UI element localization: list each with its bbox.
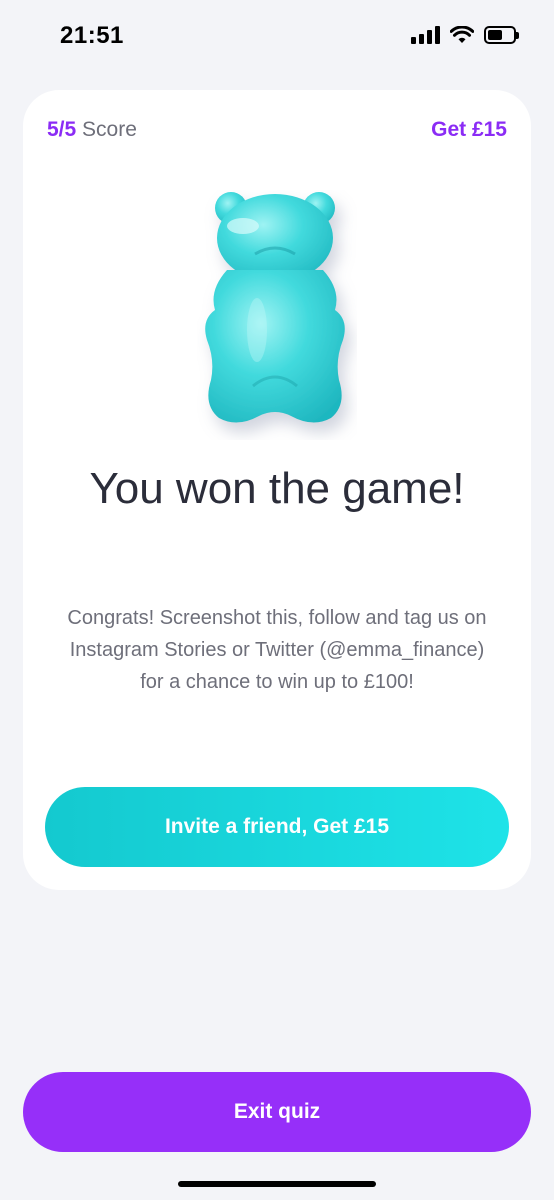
score-value: 5/5 (47, 118, 77, 141)
status-time: 21:51 (60, 22, 124, 49)
battery-icon (484, 26, 519, 44)
status-icons (411, 26, 519, 44)
invite-friend-button[interactable]: Invite a friend, Get £15 (45, 787, 509, 867)
home-indicator[interactable] (178, 1181, 376, 1187)
wifi-icon (450, 26, 474, 43)
exit-quiz-button[interactable]: Exit quiz (23, 1072, 531, 1152)
cellular-signal-icon (411, 26, 440, 44)
result-title: You won the game! (89, 464, 465, 513)
get-reward-link[interactable]: Get £15 (431, 118, 507, 142)
result-card: 5/5 Score Get £15 You won the game! Cong… (23, 90, 531, 890)
score: 5/5 Score (47, 118, 137, 142)
quiz-result-screen: 21:51 5/5 Score Get £15 You won the game… (0, 0, 554, 1200)
result-message: Congrats! Screenshot this, follow and ta… (67, 607, 487, 693)
gummy-bear-image (197, 190, 357, 440)
score-label: Score (82, 118, 137, 141)
